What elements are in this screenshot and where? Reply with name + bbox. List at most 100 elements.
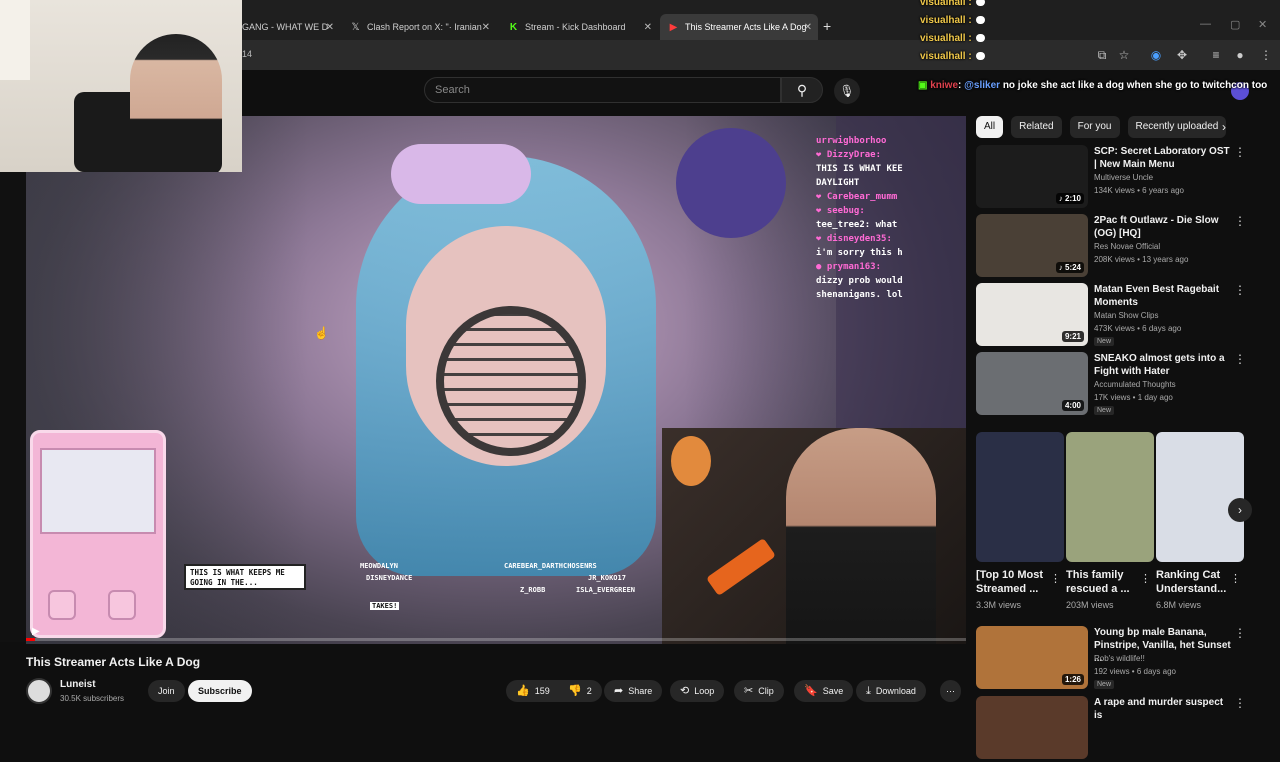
video-progress-bar[interactable] bbox=[26, 638, 966, 641]
chip-all[interactable]: All bbox=[976, 116, 1004, 138]
shorts-next-button[interactable]: › bbox=[1228, 498, 1252, 522]
dislike-button[interactable]: 👎 2 bbox=[558, 680, 602, 702]
media-control-icon[interactable]: ≡ bbox=[1208, 47, 1224, 63]
stream-chat-line: ❤ DizzyDrae: bbox=[816, 150, 882, 160]
close-tab-icon[interactable]: ✕ bbox=[326, 22, 334, 33]
chevron-right-icon: › bbox=[1238, 503, 1242, 517]
video-thumbnail[interactable]: ♪ 5:24 bbox=[976, 214, 1088, 277]
install-app-icon[interactable]: ⧉ bbox=[1094, 47, 1110, 63]
kebab-menu-icon[interactable]: ⋮ bbox=[1230, 572, 1241, 585]
save-button[interactable]: 🔖 Save bbox=[794, 680, 854, 702]
channel-avatar[interactable] bbox=[26, 678, 52, 704]
search-icon: ⚲ bbox=[796, 82, 808, 98]
recommendation-channel[interactable]: Multiverse Uncle bbox=[1094, 173, 1153, 182]
new-badge: New bbox=[1094, 406, 1115, 415]
tab-label: GANG - WHAT WE D bbox=[242, 22, 329, 32]
recommendation-title[interactable]: A rape and murder suspect is bbox=[1094, 696, 1234, 722]
recommendation-item[interactable]: A rape and murder suspect is ⋮ bbox=[976, 696, 1266, 762]
close-tab-icon[interactable]: ✕ bbox=[804, 22, 812, 33]
recommendation-channel[interactable]: Matan Show Clips bbox=[1094, 311, 1158, 320]
video-thumbnail[interactable] bbox=[976, 696, 1088, 759]
recommendation-title[interactable]: SCP: Secret Laboratory OST | New Main Me… bbox=[1094, 145, 1234, 171]
chip-for-you[interactable]: For you bbox=[1069, 116, 1120, 138]
thumbs-down-icon: 👎 bbox=[568, 685, 582, 697]
short-title[interactable]: This family rescued a ... bbox=[1066, 568, 1146, 596]
recommendation-item[interactable]: 1:26 Young bp male Banana, Pinstripe, Van… bbox=[976, 626, 1266, 692]
join-button[interactable]: Join bbox=[148, 680, 185, 702]
youtube-logo-icon: ▶ bbox=[669, 21, 678, 33]
chip-recently-uploaded[interactable]: Recently uploaded bbox=[1127, 116, 1227, 138]
recommendation-item[interactable]: ♪ 5:24 2Pac ft Outlawz - Die Slow (OG) [H… bbox=[976, 214, 1266, 280]
video-thumbnail[interactable]: 1:26 bbox=[976, 626, 1088, 689]
maximize-icon[interactable]: ▢ bbox=[1230, 18, 1240, 31]
extension-icon[interactable]: ◉ bbox=[1148, 47, 1164, 63]
recommendation-channel[interactable]: Rob's wildlife!! bbox=[1094, 654, 1145, 663]
kebab-menu-icon[interactable]: ⋮ bbox=[1140, 572, 1151, 585]
duration-badge: 9:21 bbox=[1061, 331, 1084, 342]
clip-button[interactable]: ✂ Clip bbox=[734, 680, 784, 702]
recommendation-title[interactable]: 2Pac ft Outlawz - Die Slow (OG) [HQ] bbox=[1094, 214, 1234, 240]
profile-icon[interactable]: ● bbox=[1232, 47, 1248, 63]
kebab-menu-icon[interactable]: ⋮ bbox=[1234, 696, 1246, 710]
video-thumbnail[interactable]: ♪ 2:10 bbox=[976, 145, 1088, 208]
loop-button[interactable]: ⟲ Loop bbox=[670, 680, 725, 702]
recommendation-item[interactable]: ♪ 2:10 SCP: Secret Laboratory OST | New M… bbox=[976, 145, 1266, 211]
recommendation-channel[interactable]: Accumulated Thoughts bbox=[1094, 380, 1176, 389]
video-thumbnail[interactable]: 4:00 bbox=[976, 352, 1088, 415]
short-thumbnail[interactable] bbox=[1156, 432, 1244, 562]
browser-tab[interactable]: GANG - WHAT WE D ✕ bbox=[240, 14, 340, 40]
subscribe-button[interactable]: Subscribe bbox=[188, 680, 252, 702]
chevron-right-icon[interactable]: › bbox=[1222, 120, 1226, 134]
recommendation-meta: 17K views • 1 day ago bbox=[1094, 393, 1173, 402]
extensions-puzzle-icon[interactable]: ✥ bbox=[1174, 47, 1190, 63]
more-actions-button[interactable]: ⋯ bbox=[940, 680, 961, 702]
browser-tab-active[interactable]: ▶ This Streamer Acts Like A Dog ✕ bbox=[660, 14, 818, 40]
kebab-menu-icon[interactable]: ⋮ bbox=[1234, 626, 1246, 640]
minimize-icon[interactable]: — bbox=[1200, 18, 1211, 30]
browser-tab[interactable]: K Stream - Kick Dashboard ✕ bbox=[500, 14, 658, 40]
short-title[interactable]: [Top 10 Most Streamed ... bbox=[976, 568, 1056, 596]
kebab-menu-icon[interactable]: ⋮ bbox=[1234, 352, 1246, 366]
close-tab-icon[interactable]: ✕ bbox=[482, 22, 490, 33]
kebab-menu-icon[interactable]: ⋮ bbox=[1050, 572, 1061, 585]
share-label: Share bbox=[628, 686, 653, 696]
streamer-webcam-overlay bbox=[0, 0, 242, 172]
recommendation-meta: 473K views • 6 days ago bbox=[1094, 324, 1182, 333]
claw-machine-window bbox=[40, 448, 156, 534]
duration-badge: ♪ 5:24 bbox=[1055, 262, 1084, 273]
more-icon: ⋯ bbox=[946, 686, 955, 696]
recommendation-channel[interactable]: Res Novae Official bbox=[1094, 242, 1160, 251]
recommendation-title[interactable]: Matan Even Best Ragebait Moments bbox=[1094, 283, 1234, 309]
search-input[interactable]: Search bbox=[424, 77, 781, 103]
search-button[interactable]: ⚲ bbox=[781, 77, 823, 103]
dislike-count: 2 bbox=[586, 686, 592, 696]
short-thumbnail[interactable] bbox=[1066, 432, 1154, 562]
overlay-chat-message: ▣ kniwe: @sliker no joke she act like a … bbox=[918, 80, 1268, 91]
share-button[interactable]: ➦ Share bbox=[604, 680, 663, 702]
channel-name[interactable]: Luneist bbox=[60, 679, 96, 690]
video-thumbnail[interactable]: 9:21 bbox=[976, 283, 1088, 346]
like-button[interactable]: 👍 159 bbox=[506, 680, 560, 702]
bookmark-star-icon[interactable]: ☆ bbox=[1116, 47, 1132, 63]
menu-kebab-icon[interactable]: ⋮ bbox=[1258, 47, 1274, 63]
close-tab-icon[interactable]: ✕ bbox=[644, 22, 652, 33]
recommendation-meta: 192 views • 6 days ago bbox=[1094, 667, 1176, 676]
close-window-icon[interactable]: ✕ bbox=[1258, 18, 1267, 31]
recommendation-title[interactable]: SNEAKO almost gets into a Fight with Hat… bbox=[1094, 352, 1234, 378]
recommendation-item[interactable]: 4:00 SNEAKO almost gets into a Fight with… bbox=[976, 352, 1266, 418]
muzzle bbox=[436, 306, 586, 456]
chat-bubble-icon bbox=[975, 16, 985, 25]
short-thumbnail[interactable] bbox=[976, 432, 1064, 562]
download-button[interactable]: ⤓ Download bbox=[856, 680, 926, 702]
recommendation-item[interactable]: 9:21 Matan Even Best Ragebait Moments Mata… bbox=[976, 283, 1266, 349]
play-icon[interactable]: ▶ bbox=[32, 626, 40, 637]
voice-search-button[interactable]: 🎙 bbox=[834, 78, 860, 104]
browser-tab[interactable]: 𝕏 Clash Report on X: "· Iranian ✕ bbox=[342, 14, 496, 40]
short-title[interactable]: Ranking Cat Understand... bbox=[1156, 568, 1236, 596]
tab-label: Clash Report on X: "· Iranian bbox=[367, 22, 482, 32]
chip-related[interactable]: Related bbox=[1011, 116, 1062, 138]
kebab-menu-icon[interactable]: ⋮ bbox=[1234, 283, 1246, 297]
kebab-menu-icon[interactable]: ⋮ bbox=[1234, 214, 1246, 228]
kebab-menu-icon[interactable]: ⋮ bbox=[1234, 145, 1246, 159]
new-tab-button[interactable]: + bbox=[823, 18, 831, 34]
